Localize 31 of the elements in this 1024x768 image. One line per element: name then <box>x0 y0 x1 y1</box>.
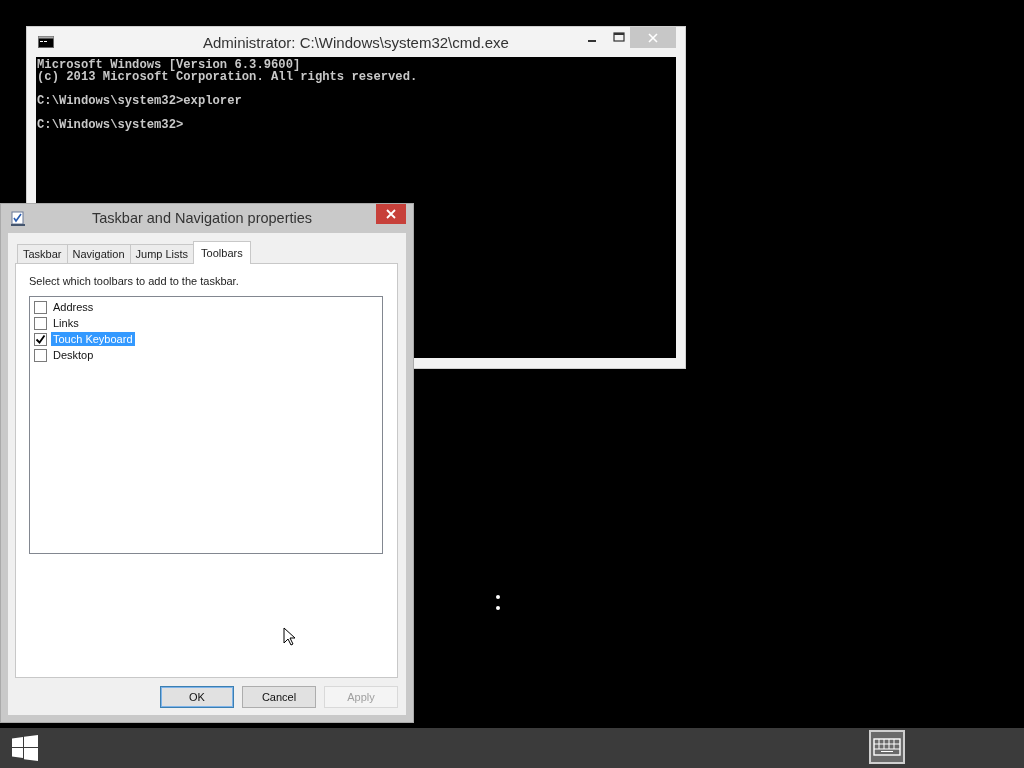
console-line: C:\Windows\system32> <box>37 119 185 131</box>
tab[interactable]: Taskbar <box>17 244 68 263</box>
dialog-button[interactable]: OK <box>160 686 234 708</box>
dots-icon <box>495 594 501 612</box>
close-button[interactable] <box>376 204 406 224</box>
tab[interactable]: Jump Lists <box>129 244 195 263</box>
mouse-pointer-icon <box>283 627 295 646</box>
windows-logo-icon[interactable] <box>12 735 38 761</box>
touch-keyboard-button[interactable] <box>869 730 905 764</box>
maximize-icon[interactable] <box>613 32 625 42</box>
console-line: (c) 2013 Microsoft Corporation. All rights reserved. <box>37 71 419 83</box>
list-item[interactable]: Address <box>51 300 96 314</box>
checkbox[interactable] <box>34 300 47 314</box>
instruction-text: Select which toolbars to add to the taskbar. <box>29 275 240 287</box>
list-item[interactable]: Desktop <box>51 348 96 362</box>
checkbox[interactable] <box>34 332 47 346</box>
checklist-icon <box>10 210 26 227</box>
console-line: Microsoft Windows [Version 6.3.9600] <box>37 59 301 71</box>
tab[interactable]: Toolbars <box>193 241 251 264</box>
dialog-title: Taskbar and Navigation properties <box>92 210 313 226</box>
close-icon <box>386 209 396 219</box>
window-title: Administrator: C:\Windows\system32\cmd.exe <box>203 34 509 51</box>
dialog-button[interactable]: Cancel <box>242 686 316 708</box>
minimize-icon[interactable] <box>586 39 598 43</box>
checkbox[interactable] <box>34 348 47 362</box>
close-icon <box>648 32 658 43</box>
console-line: C:\Windows\system32>explorer <box>37 95 243 107</box>
console-icon <box>38 36 54 48</box>
tab[interactable]: Navigation <box>66 244 131 263</box>
checkbox[interactable] <box>34 316 47 330</box>
list-item[interactable]: Links <box>51 316 81 330</box>
